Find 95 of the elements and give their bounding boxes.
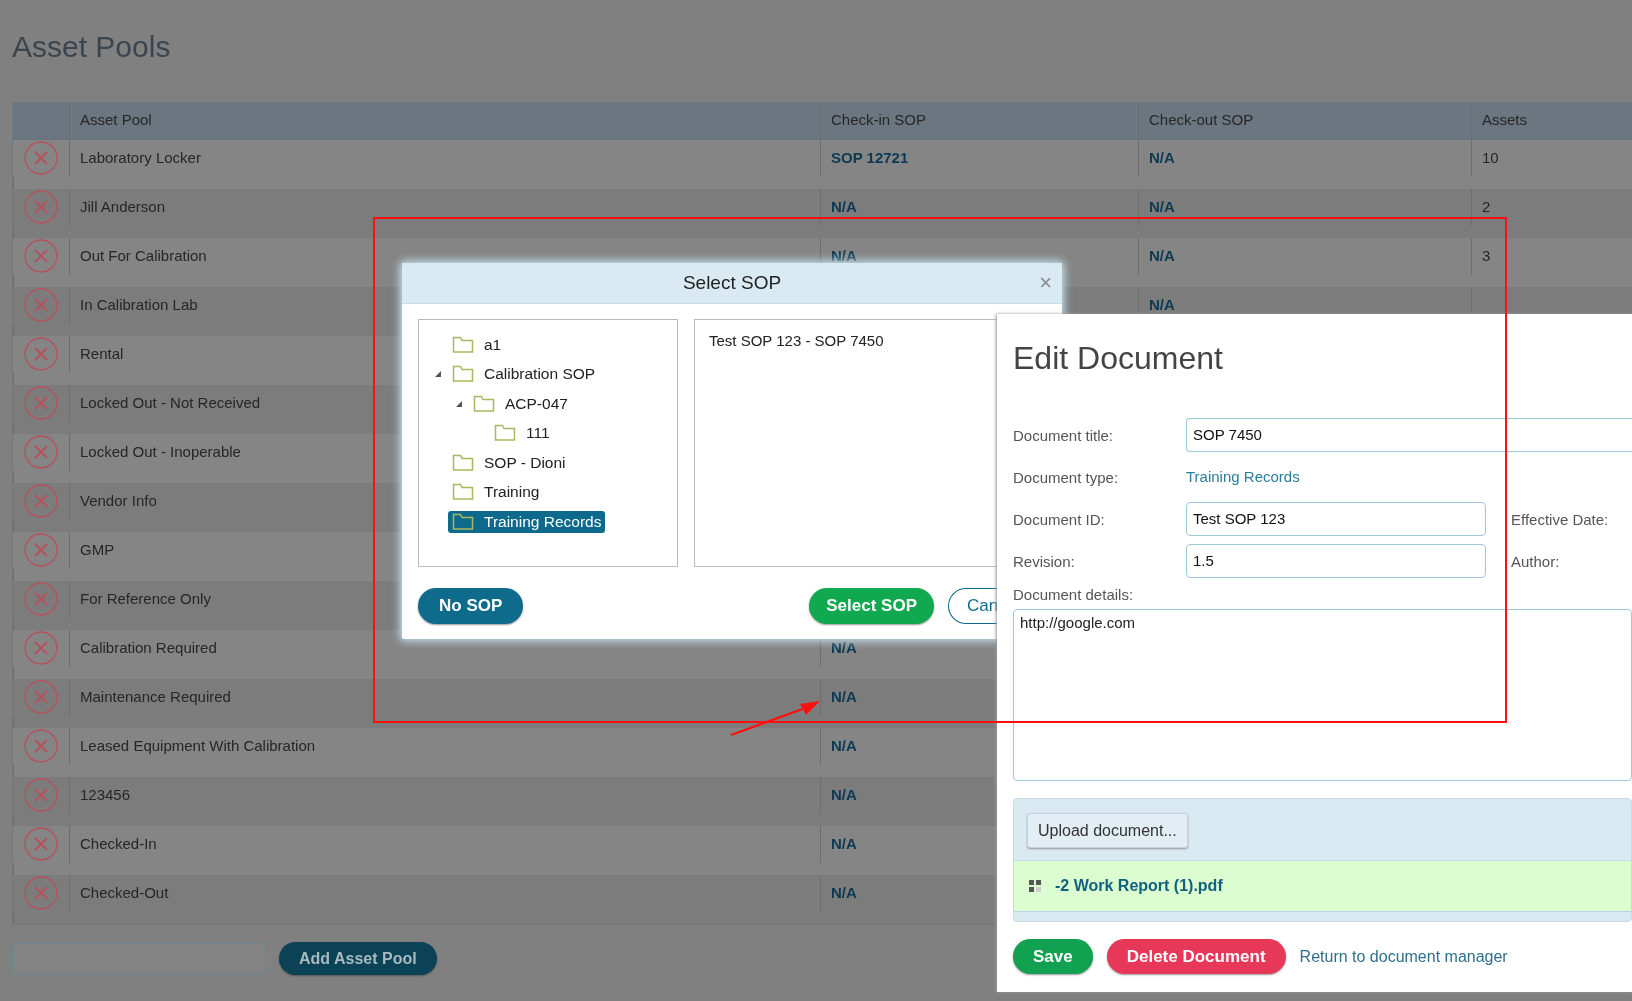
document-item[interactable]: Test SOP 123 - SOP 7450 <box>709 332 884 349</box>
upload-button[interactable]: Upload document... <box>1027 813 1188 848</box>
delete-icon[interactable] <box>24 876 58 911</box>
document-type-link[interactable]: Training Records <box>1186 460 1486 494</box>
pool-name-field[interactable] <box>12 942 266 975</box>
add-pool-button[interactable]: Add Asset Pool <box>279 942 437 975</box>
sop-link[interactable]: N/A <box>1149 247 1175 264</box>
sop-link[interactable]: N/A <box>831 884 857 901</box>
sop-link[interactable]: N/A <box>1149 198 1175 215</box>
tree-item[interactable]: a1 <box>448 333 506 356</box>
tree-item[interactable]: Calibration SOP <box>448 363 600 386</box>
sop-link[interactable]: N/A <box>831 639 857 656</box>
tree-item[interactable]: 111 <box>490 422 554 445</box>
dialog-title: Select SOP <box>682 272 782 294</box>
folder-icon <box>452 335 474 354</box>
pool-name: Maintenance Required <box>80 688 231 705</box>
page-title: Asset Pools <box>12 29 172 65</box>
drag-handle-icon[interactable] <box>1029 880 1041 892</box>
field-label: Revision: <box>1013 552 1076 570</box>
delete-icon[interactable] <box>24 827 58 862</box>
sop-link[interactable]: N/A <box>831 786 857 803</box>
expand-triangle-icon[interactable] <box>454 399 463 408</box>
no-sop-button[interactable]: No SOP <box>418 588 524 624</box>
column-header: Check-out SOP <box>1149 111 1254 128</box>
asset-count: 2 <box>1482 198 1491 215</box>
folder-icon <box>452 365 474 384</box>
delete-icon[interactable] <box>24 582 58 617</box>
delete-icon[interactable] <box>24 141 58 176</box>
pool-name: Rental <box>80 345 124 362</box>
sop-link[interactable]: N/A <box>831 835 857 852</box>
cancel-button[interactable]: Can <box>948 588 997 624</box>
column-header: Assets <box>1482 111 1527 128</box>
sop-link[interactable]: N/A <box>831 198 857 215</box>
column-header: Check-in SOP <box>831 111 927 128</box>
pool-name: Vendor Info <box>80 492 157 509</box>
field-label: Author: <box>1511 552 1560 570</box>
folder-icon <box>452 512 474 531</box>
pool-name: Locked Out - Not Received <box>80 394 261 411</box>
field-label: Document ID: <box>1013 510 1106 528</box>
asset-count: 3 <box>1482 247 1491 264</box>
delete-icon[interactable] <box>24 729 58 764</box>
delete-icon[interactable] <box>24 631 58 666</box>
sop-link[interactable]: SOP 12721 <box>831 149 909 166</box>
pool-name: For Reference Only <box>80 590 211 607</box>
tree-item[interactable]: Training <box>448 481 544 504</box>
delete-icon[interactable] <box>24 435 58 470</box>
delete-icon[interactable] <box>24 386 58 421</box>
sop-link[interactable]: N/A <box>1149 296 1175 313</box>
field-label: Document title: <box>1013 426 1115 444</box>
text-field[interactable]: Test SOP 123 <box>1186 502 1486 536</box>
field-label: Effective Date: <box>1511 510 1609 528</box>
field-label: Document details: <box>1013 586 1135 603</box>
asset-count: 10 <box>1482 149 1499 166</box>
save-button[interactable]: Save <box>1013 939 1093 974</box>
delete-icon[interactable] <box>24 337 58 372</box>
delete-icon[interactable] <box>24 288 58 323</box>
text-field[interactable]: 1.5 <box>1186 544 1486 578</box>
folder-icon <box>473 394 495 413</box>
pool-name: Out For Calibration <box>80 247 207 264</box>
tree-item[interactable]: SOP - Dioni <box>448 451 570 474</box>
pool-name: Jill Anderson <box>80 198 166 215</box>
pool-name: Checked-Out <box>80 884 169 901</box>
delete-icon[interactable] <box>24 484 58 519</box>
tree-item[interactable]: Training Records <box>448 510 606 533</box>
text-field[interactable]: SOP 7450 <box>1186 418 1632 452</box>
sop-link[interactable]: N/A <box>831 688 857 705</box>
field-label: Document type: <box>1013 468 1120 486</box>
select-button[interactable]: Select SOP <box>809 588 934 624</box>
panel-title: Edit Document <box>1013 339 1224 378</box>
folder-icon <box>452 483 474 502</box>
folder-icon <box>494 424 516 443</box>
return-link[interactable]: Return to document manager <box>1299 947 1508 966</box>
pool-name: Leased Equipment With Calibration <box>80 737 316 754</box>
tree-item[interactable]: ACP-047 <box>469 392 572 415</box>
delete-icon[interactable] <box>24 533 58 568</box>
details-field[interactable]: http://google.com <box>1013 609 1632 781</box>
pool-name: Checked-In <box>80 835 157 852</box>
pool-name: In Calibration Lab <box>80 296 198 313</box>
pool-name: Locked Out - Inoperable <box>80 443 241 460</box>
folder-icon <box>452 453 474 472</box>
sop-link[interactable]: N/A <box>831 737 857 754</box>
sop-link[interactable]: N/A <box>1149 149 1175 166</box>
delete-icon[interactable] <box>24 778 58 813</box>
column-header: Asset Pool <box>80 111 152 128</box>
file-link[interactable]: -2 Work Report (1).pdf <box>1055 877 1223 895</box>
delete-icon[interactable] <box>24 239 58 274</box>
close-button[interactable]: × <box>1039 271 1052 295</box>
delete-icon[interactable] <box>24 190 58 225</box>
delete-button[interactable]: Delete Document <box>1106 939 1286 974</box>
pool-name: 123456 <box>80 786 131 803</box>
delete-icon[interactable] <box>24 680 58 715</box>
pool-name: Calibration Required <box>80 639 217 656</box>
pool-name: GMP <box>80 541 115 558</box>
pool-name: Laboratory Locker <box>80 149 201 166</box>
expand-triangle-icon[interactable] <box>433 370 442 379</box>
